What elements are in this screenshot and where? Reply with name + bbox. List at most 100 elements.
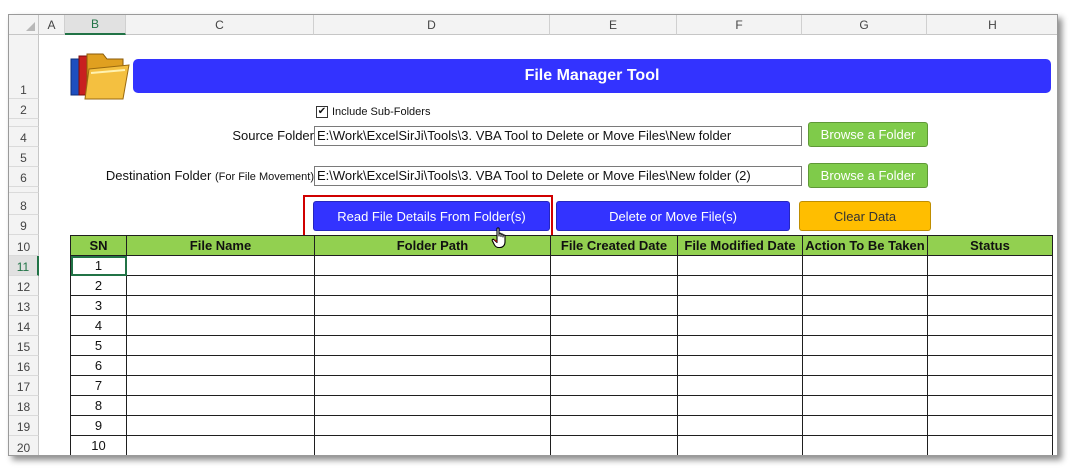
cell[interactable] bbox=[677, 295, 803, 316]
row-header-5[interactable]: 5 bbox=[9, 147, 39, 167]
cell[interactable] bbox=[677, 275, 803, 296]
cell[interactable] bbox=[677, 335, 803, 356]
cell[interactable] bbox=[126, 415, 315, 436]
cell-sn[interactable]: 2 bbox=[70, 275, 127, 296]
cell[interactable] bbox=[126, 435, 315, 455]
delete-or-move-files-button[interactable]: Delete or Move File(s) bbox=[556, 201, 790, 231]
cell[interactable] bbox=[550, 435, 678, 455]
column-header-f[interactable]: F bbox=[677, 15, 802, 35]
column-header-a[interactable]: A bbox=[39, 15, 65, 35]
cell-sn[interactable]: 10 bbox=[70, 435, 127, 455]
read-file-details-button[interactable]: Read File Details From Folder(s) bbox=[313, 201, 550, 231]
cell[interactable] bbox=[677, 415, 803, 436]
row-header-3[interactable] bbox=[9, 119, 39, 127]
cell[interactable] bbox=[126, 275, 315, 296]
row-header-19[interactable]: 19 bbox=[9, 416, 39, 436]
cell[interactable] bbox=[126, 295, 315, 316]
cell-sn[interactable]: 8 bbox=[70, 395, 127, 416]
cell-sn[interactable]: 3 bbox=[70, 295, 127, 316]
source-folder-field[interactable]: E:\Work\ExcelSirJi\Tools\3. VBA Tool to … bbox=[314, 126, 802, 146]
source-browse-button[interactable]: Browse a Folder bbox=[808, 122, 928, 147]
cell[interactable] bbox=[550, 355, 678, 376]
row-header-9[interactable]: 9 bbox=[9, 215, 39, 235]
row-header-6[interactable]: 6 bbox=[9, 167, 39, 187]
cell[interactable] bbox=[314, 255, 551, 276]
cell[interactable] bbox=[802, 435, 928, 455]
cell[interactable] bbox=[802, 255, 928, 276]
row-header-20[interactable]: 20 bbox=[9, 436, 39, 455]
cell[interactable] bbox=[314, 295, 551, 316]
cell[interactable] bbox=[677, 255, 803, 276]
cell[interactable] bbox=[314, 275, 551, 296]
cell[interactable] bbox=[927, 315, 1053, 336]
cell[interactable] bbox=[126, 255, 315, 276]
row-header-12[interactable]: 12 bbox=[9, 276, 39, 296]
row-header-4[interactable]: 4 bbox=[9, 127, 39, 147]
column-header-c[interactable]: C bbox=[126, 15, 314, 35]
row-header-16[interactable]: 16 bbox=[9, 356, 39, 376]
cell[interactable] bbox=[314, 435, 551, 455]
cell[interactable] bbox=[314, 415, 551, 436]
cell[interactable] bbox=[927, 435, 1053, 455]
cell[interactable] bbox=[802, 395, 928, 416]
cell[interactable] bbox=[126, 335, 315, 356]
cell[interactable] bbox=[314, 355, 551, 376]
cell[interactable] bbox=[802, 315, 928, 336]
cell[interactable] bbox=[677, 395, 803, 416]
cell-sn[interactable]: 9 bbox=[70, 415, 127, 436]
row-header-11[interactable]: 11 bbox=[9, 256, 39, 276]
destination-folder-field[interactable]: E:\Work\ExcelSirJi\Tools\3. VBA Tool to … bbox=[314, 166, 802, 186]
cell[interactable] bbox=[314, 335, 551, 356]
cell[interactable] bbox=[550, 395, 678, 416]
cell[interactable] bbox=[550, 275, 678, 296]
cell[interactable] bbox=[927, 335, 1053, 356]
cell[interactable] bbox=[550, 315, 678, 336]
column-header-b[interactable]: B bbox=[65, 15, 126, 35]
row-header-2[interactable]: 2 bbox=[9, 99, 39, 119]
cell[interactable] bbox=[927, 275, 1053, 296]
row-header-8[interactable]: 8 bbox=[9, 193, 39, 215]
cell[interactable] bbox=[677, 315, 803, 336]
column-header-g[interactable]: G bbox=[802, 15, 927, 35]
cell[interactable] bbox=[550, 335, 678, 356]
cell[interactable] bbox=[677, 435, 803, 455]
column-header-d[interactable]: D bbox=[314, 15, 550, 35]
cell[interactable] bbox=[126, 375, 315, 396]
cell[interactable] bbox=[802, 295, 928, 316]
cell[interactable] bbox=[550, 295, 678, 316]
select-all-corner[interactable] bbox=[9, 15, 39, 35]
cell-sn[interactable]: 5 bbox=[70, 335, 127, 356]
row-header-10[interactable]: 10 bbox=[9, 235, 39, 256]
row-header-13[interactable]: 13 bbox=[9, 296, 39, 316]
cell-sn[interactable]: 6 bbox=[70, 355, 127, 376]
cell-sn[interactable]: 7 bbox=[70, 375, 127, 396]
cell[interactable] bbox=[927, 295, 1053, 316]
cell-sn[interactable]: 4 bbox=[70, 315, 127, 336]
row-header-1[interactable]: 1 bbox=[9, 35, 39, 99]
cell[interactable] bbox=[802, 335, 928, 356]
row-header-17[interactable]: 17 bbox=[9, 376, 39, 396]
cell[interactable] bbox=[802, 355, 928, 376]
cell[interactable] bbox=[802, 375, 928, 396]
cell[interactable] bbox=[927, 415, 1053, 436]
cell[interactable] bbox=[927, 355, 1053, 376]
cell-sn[interactable]: 1 bbox=[70, 255, 127, 276]
cell[interactable] bbox=[927, 375, 1053, 396]
cell[interactable] bbox=[927, 255, 1053, 276]
cell[interactable] bbox=[927, 395, 1053, 416]
column-header-e[interactable]: E bbox=[550, 15, 677, 35]
cell[interactable] bbox=[677, 355, 803, 376]
clear-data-button[interactable]: Clear Data bbox=[799, 201, 931, 231]
cell[interactable] bbox=[314, 375, 551, 396]
row-header-14[interactable]: 14 bbox=[9, 316, 39, 336]
cell[interactable] bbox=[126, 315, 315, 336]
cell[interactable] bbox=[550, 375, 678, 396]
include-subfolders-checkbox[interactable]: ✔ Include Sub-Folders bbox=[316, 106, 430, 118]
row-header-15[interactable]: 15 bbox=[9, 336, 39, 356]
destination-browse-button[interactable]: Browse a Folder bbox=[808, 163, 928, 188]
cell[interactable] bbox=[802, 275, 928, 296]
cell[interactable] bbox=[802, 415, 928, 436]
cell[interactable] bbox=[550, 415, 678, 436]
cell[interactable] bbox=[126, 395, 315, 416]
cell[interactable] bbox=[677, 375, 803, 396]
